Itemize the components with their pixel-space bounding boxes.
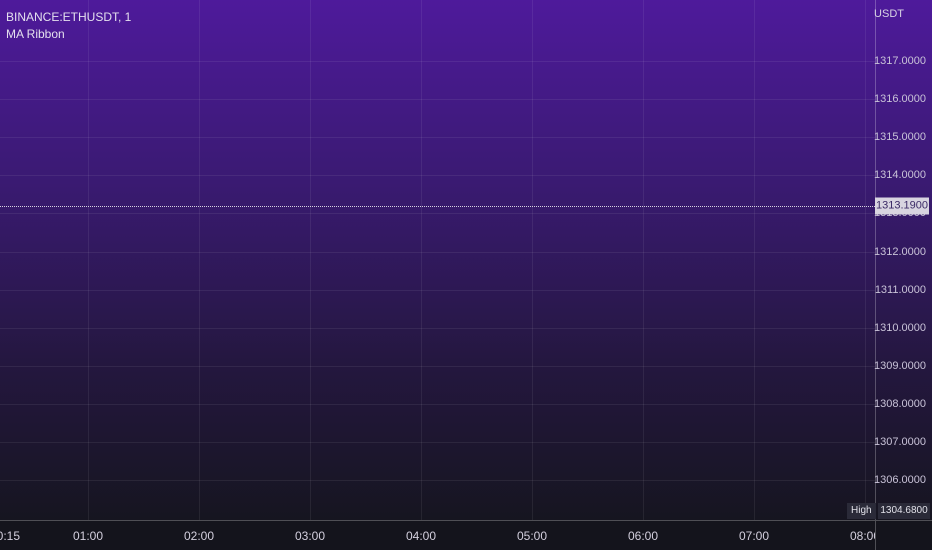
vertical-gridline xyxy=(865,0,866,520)
horizontal-gridline xyxy=(0,175,875,176)
horizontal-gridline xyxy=(0,99,875,100)
price-tick-label: 1310.0000 xyxy=(874,322,926,334)
price-tick-label: 1315.0000 xyxy=(874,131,926,143)
price-tick-label: 1308.0000 xyxy=(874,398,926,410)
current-price-badge: 1313.1900 xyxy=(875,197,929,215)
chart-legend: BINANCE:ETHUSDT, 1 MA Ribbon xyxy=(6,9,131,43)
time-tick-label: 08:00 xyxy=(849,529,875,543)
vertical-gridline xyxy=(199,0,200,520)
vertical-gridline xyxy=(421,0,422,520)
horizontal-gridline xyxy=(0,442,875,443)
price-tick-label: 1314.0000 xyxy=(874,169,926,181)
price-tick-label: 1312.0000 xyxy=(874,246,926,258)
axis-corner xyxy=(875,520,932,550)
price-tick-label: 1316.0000 xyxy=(874,93,926,105)
horizontal-gridline xyxy=(0,366,875,367)
price-tick-label: 1307.0000 xyxy=(874,436,926,448)
time-tick-label: 05:00 xyxy=(516,529,548,543)
high-label: High xyxy=(847,503,876,519)
horizontal-gridline xyxy=(0,404,875,405)
time-tick-label: 00:15 xyxy=(0,529,21,543)
horizontal-gridline xyxy=(0,137,875,138)
symbol-title[interactable]: BINANCE:ETHUSDT, 1 xyxy=(6,9,131,26)
vertical-gridline xyxy=(88,0,89,520)
horizontal-gridline xyxy=(0,252,875,253)
chart-container[interactable]: BINANCE:ETHUSDT, 1 MA Ribbon USDT 1317.0… xyxy=(0,0,932,550)
horizontal-gridline xyxy=(0,213,875,214)
price-tick-label: 1306.0000 xyxy=(874,474,926,486)
time-tick-label: 04:00 xyxy=(405,529,437,543)
time-tick-label: 06:00 xyxy=(627,529,659,543)
time-tick-label: 03:00 xyxy=(294,529,326,543)
horizontal-gridline xyxy=(0,328,875,329)
price-tick-label: 1309.0000 xyxy=(874,360,926,372)
vertical-gridline xyxy=(310,0,311,520)
indicator-label[interactable]: MA Ribbon xyxy=(6,26,131,43)
price-tick-label: 1317.0000 xyxy=(874,55,926,67)
price-axis[interactable]: USDT 1317.0000 1316.0000 1315.0000 1314.000… xyxy=(874,0,932,520)
time-tick-label: 02:00 xyxy=(183,529,215,543)
price-unit-label[interactable]: USDT xyxy=(874,8,904,20)
time-tick-label: 01:00 xyxy=(72,529,104,543)
horizontal-gridline xyxy=(0,290,875,291)
horizontal-gridline xyxy=(0,480,875,481)
high-value-badge: 1304.6800 xyxy=(878,503,930,519)
time-axis[interactable]: 00:15 01:00 02:00 03:00 04:00 05:00 06:00 07:00… xyxy=(0,520,875,550)
vertical-gridline xyxy=(754,0,755,520)
horizontal-gridline xyxy=(0,61,875,62)
vertical-gridline xyxy=(532,0,533,520)
price-tick-label: 1311.0000 xyxy=(874,284,926,296)
current-price-line xyxy=(0,206,875,207)
time-tick-label: 07:00 xyxy=(738,529,770,543)
plot-area[interactable]: BINANCE:ETHUSDT, 1 MA Ribbon xyxy=(0,0,875,520)
vertical-gridline xyxy=(643,0,644,520)
